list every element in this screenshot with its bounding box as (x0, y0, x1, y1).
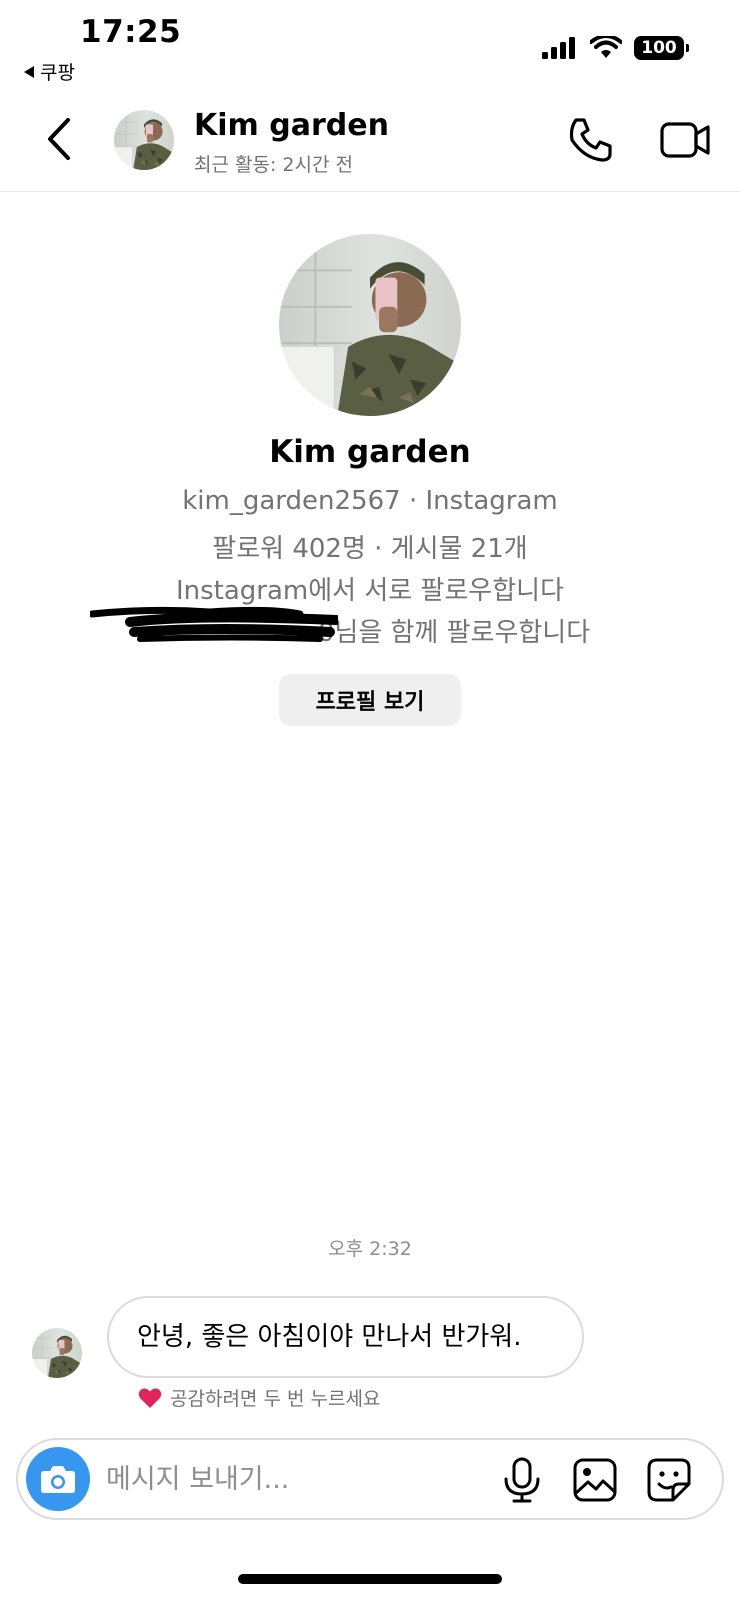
profile-handle: kim_garden2567 · Instagram (182, 486, 558, 516)
return-to-app-link[interactable]: 쿠팡 (24, 58, 75, 85)
camera-button[interactable] (26, 1447, 90, 1511)
home-indicator[interactable] (238, 1574, 502, 1584)
phone-icon[interactable] (566, 116, 614, 164)
camera-icon (41, 1466, 75, 1493)
header-username[interactable]: Kim garden (194, 108, 389, 143)
dm-screen: 17:25 쿠팡 100 Kim garden 최근 활동: 2시간 전 Kim… (0, 0, 740, 1601)
heart-icon[interactable] (138, 1387, 162, 1409)
reaction-hint-text: 공감하려면 두 번 누르세요 (170, 1388, 381, 1410)
profile-avatar[interactable] (279, 234, 461, 416)
mutual-follow-text: Instagram에서 서로 팔로우합니다 (175, 576, 564, 606)
back-button[interactable] (40, 114, 80, 164)
message-sender-avatar[interactable] (32, 1328, 82, 1378)
common-followers-label: 0님을 함께 팔로우합니다 (317, 618, 591, 648)
message-bubble[interactable]: 안녕, 좋은 아침이야 만나서 반가워. (107, 1296, 584, 1378)
back-triangle-icon (24, 65, 34, 78)
microphone-icon[interactable] (500, 1457, 544, 1503)
message-composer (16, 1438, 724, 1520)
return-app-label: 쿠팡 (40, 62, 75, 84)
view-profile-button[interactable]: 프로필 보기 (279, 674, 461, 726)
reaction-hint: 공감하려면 두 번 누르세요 (138, 1384, 380, 1411)
chat-header: Kim garden 최근 활동: 2시간 전 (0, 92, 740, 192)
message-input[interactable] (106, 1454, 486, 1504)
video-camera-icon[interactable] (660, 116, 712, 164)
signal-bars-icon (542, 37, 575, 59)
message-timestamp: 오후 2:32 (328, 1238, 412, 1260)
image-icon[interactable] (572, 1457, 618, 1503)
header-avatar[interactable] (114, 110, 174, 170)
status-icons: 100 (542, 36, 689, 60)
profile-name: Kim garden (269, 434, 471, 470)
sticker-icon[interactable] (646, 1457, 692, 1503)
profile-stats: 팔로워 402명 · 게시물 21개 (212, 534, 528, 564)
redaction-scribble (90, 606, 338, 642)
activity-status: 최근 활동: 2시간 전 (194, 154, 353, 176)
wifi-icon (590, 36, 622, 58)
status-time: 17:25 (80, 14, 182, 50)
battery-indicator: 100 (634, 36, 689, 60)
